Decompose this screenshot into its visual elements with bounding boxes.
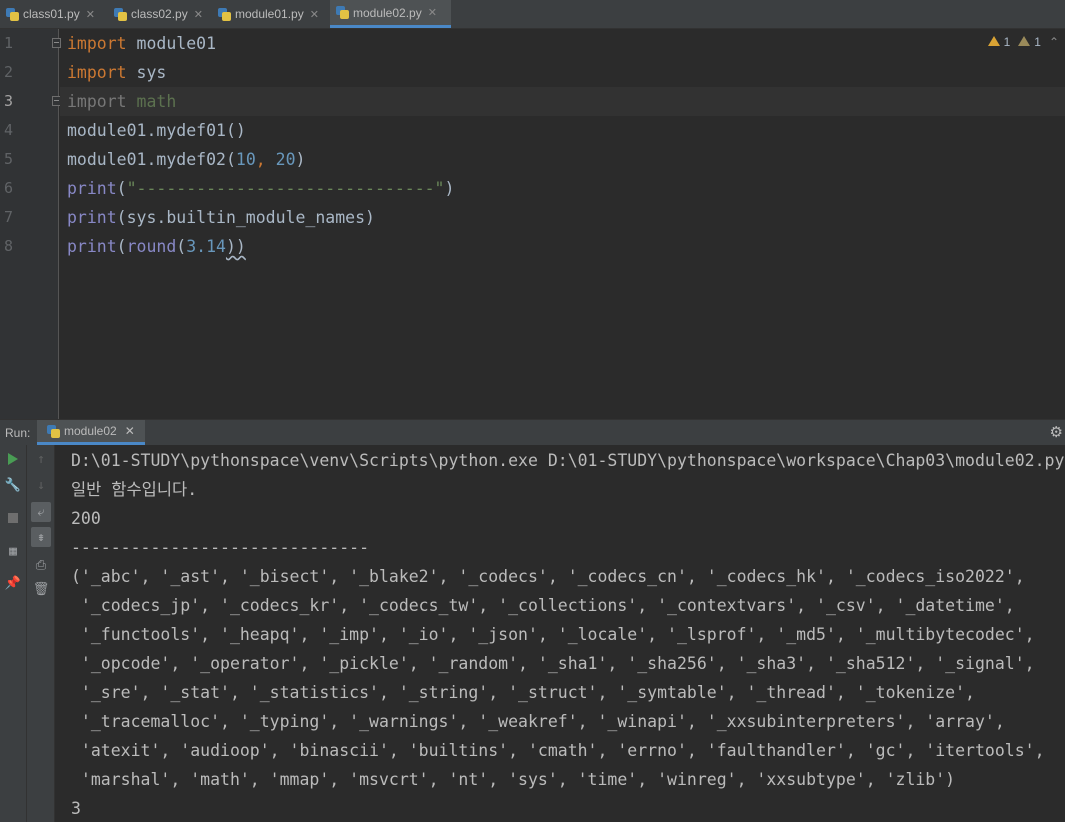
scroll-to-end-icon[interactable]: ⇟ [31, 527, 51, 547]
code-line[interactable]: module01.mydef02(10, 20) [60, 145, 1065, 174]
arrow-down-icon[interactable]: ↓ [31, 475, 51, 495]
run-tool-window-header: Run: module02 ✕ ⚙ [0, 419, 1065, 445]
code-token: "------------------------------" [126, 179, 445, 198]
console-line: '_tracemalloc', '_typing', '_warnings', … [71, 712, 1005, 731]
code-token: sys [126, 63, 167, 82]
close-icon[interactable]: ✕ [310, 8, 319, 21]
tab-label: module01.py [235, 7, 304, 21]
python-file-icon [47, 424, 60, 438]
pin-icon[interactable]: 📌 [3, 573, 23, 593]
run-tab-label: module02 [64, 424, 117, 438]
code-token: print [67, 179, 117, 198]
code-token: round [126, 237, 177, 256]
console-line: 200 [71, 509, 101, 528]
code-token: import [67, 34, 127, 53]
code-token: ) [295, 150, 306, 169]
gear-icon[interactable]: ⚙ [1050, 423, 1063, 441]
tab-class01[interactable]: class01.py ✕ [0, 0, 103, 28]
console-line: D:\01-STUDY\pythonspace\venv\Scripts\pyt… [71, 451, 1065, 470]
stop-icon[interactable] [3, 508, 23, 528]
code-line[interactable]: print("------------------------------") [60, 174, 1065, 203]
code-line[interactable]: import sys [60, 58, 1065, 87]
code-token: ) [444, 179, 455, 198]
console-line: '_codecs_jp', '_codecs_kr', '_codecs_tw'… [71, 596, 1015, 615]
warning-count: 1 [1003, 35, 1011, 49]
tab-label: class01.py [23, 7, 80, 21]
console-line: 'atexit', 'audioop', 'binascii', 'builti… [71, 741, 1045, 760]
line-number: 8 [4, 237, 14, 255]
code-token: (sys.builtin_module_names) [116, 208, 375, 227]
code-line[interactable]: print(sys.builtin_module_names) [60, 203, 1065, 232]
code-token: module01.mydef02( [67, 150, 236, 169]
warning-icon [987, 36, 1000, 46]
code-token: math [126, 92, 177, 111]
tab-label: module02.py [353, 5, 422, 20]
code-token: import [67, 92, 127, 111]
code-token: )) [225, 237, 246, 256]
console-line: ('_abc', '_ast', '_bisect', '_blake2', '… [71, 567, 1025, 586]
code-token: import [67, 63, 127, 82]
arrow-up-icon[interactable]: ↑ [31, 449, 51, 469]
python-file-icon [114, 7, 127, 21]
close-icon[interactable]: ✕ [194, 8, 203, 21]
code-line[interactable]: module01.mydef01() [60, 116, 1065, 145]
code-line[interactable]: import math [60, 87, 1065, 116]
line-number: 7 [4, 208, 14, 226]
print-icon[interactable]: ⎙ [31, 555, 51, 575]
wrench-icon[interactable]: 🔧 [3, 475, 23, 495]
run-toolbar-primary: 🔧 ▦ 📌 [0, 445, 27, 822]
chevron-up-icon[interactable]: ⌃ [1049, 35, 1059, 49]
inspection-widget[interactable]: 1 1 ⌃ [987, 35, 1059, 49]
code-token: module01 [126, 34, 217, 53]
python-file-icon [6, 7, 19, 21]
run-label: Run: [5, 426, 31, 440]
line-number: 1 [4, 34, 14, 52]
python-file-icon [218, 7, 231, 21]
console-output[interactable]: D:\01-STUDY\pythonspace\venv\Scripts\pyt… [56, 445, 1065, 822]
trash-icon[interactable]: 🗑 [31, 579, 51, 599]
weak-warning-count: 1 [1034, 35, 1041, 49]
close-icon[interactable]: ✕ [86, 8, 95, 21]
code-line[interactable]: import module01 [60, 29, 1065, 58]
code-token: print [67, 208, 117, 227]
run-tab-module02[interactable]: module02 ✕ [37, 420, 145, 445]
code-token: , [255, 150, 276, 169]
python-file-icon [336, 6, 349, 19]
console-line: '_sre', '_stat', '_statistics', '_string… [71, 683, 975, 702]
console-line: 'marshal', 'math', 'mmap', 'msvcrt', 'nt… [71, 770, 956, 789]
console-line: '_opcode', '_operator', '_pickle', '_ran… [71, 654, 1035, 673]
line-number: 3 [4, 92, 14, 110]
tab-class02[interactable]: class02.py ✕ [108, 0, 208, 28]
tab-module01[interactable]: module01.py ✕ [212, 0, 329, 28]
console-line: ------------------------------ [71, 538, 370, 557]
line-number-gutter: 1 2 3 4 5 6 7 8 [0, 29, 61, 419]
console-line: 일반 함수입니다. [71, 480, 198, 499]
console-line: '_functools', '_heapq', '_imp', '_io', '… [71, 625, 1035, 644]
code-line[interactable]: print(round(3.14)) [60, 232, 1065, 261]
line-number: 4 [4, 121, 14, 139]
soft-wrap-icon[interactable]: ⤶ [31, 502, 51, 522]
layout-icon[interactable]: ▦ [3, 541, 23, 561]
editor-tab-bar: class01.py ✕ class02.py ✕ module01.py ✕ … [0, 0, 1065, 29]
line-number: 5 [4, 150, 14, 168]
weak-warning-icon [1018, 36, 1031, 46]
line-number: 6 [4, 179, 14, 197]
code-token: ( [176, 237, 187, 256]
code-token: print [67, 237, 117, 256]
close-icon[interactable]: ✕ [428, 6, 437, 19]
run-icon[interactable] [3, 449, 23, 469]
code-editor[interactable]: 1 2 3 4 5 6 7 8 import module01 import s… [0, 29, 1065, 419]
close-icon[interactable]: ✕ [125, 424, 135, 438]
code-token: 3.14 [186, 237, 226, 256]
run-toolbar-secondary: ↑ ↓ ⤶ ⇟ ⎙ 🗑 [27, 445, 55, 822]
code-token: ( [116, 237, 127, 256]
code-token: module01.mydef01() [67, 121, 246, 140]
code-token: ( [116, 179, 127, 198]
tab-module02[interactable]: module02.py ✕ [330, 0, 451, 28]
code-token: 20 [275, 150, 296, 169]
line-number: 2 [4, 63, 14, 81]
console-line: 3 [71, 799, 81, 818]
code-token: 10 [235, 150, 256, 169]
tab-label: class02.py [131, 7, 188, 21]
